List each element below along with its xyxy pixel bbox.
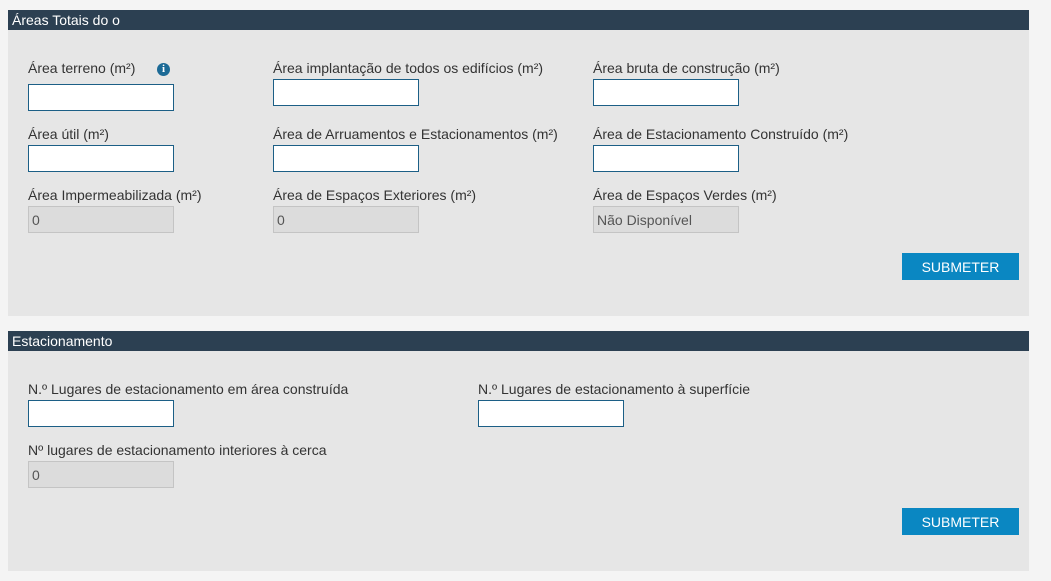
- areas-submit-button[interactable]: SUBMETER: [902, 253, 1019, 280]
- lugares-superficie-input[interactable]: [478, 400, 624, 427]
- areas-section-title: Áreas Totais do o: [12, 12, 120, 28]
- area-estacionamento-construido-label: Área de Estacionamento Construído (m²): [593, 126, 849, 142]
- area-implantacao-input[interactable]: [273, 79, 419, 106]
- lugares-construida-label: N.º Lugares de estacionamento em área co…: [28, 381, 349, 397]
- info-icon[interactable]: i: [157, 63, 170, 76]
- area-implantacao-label: Área implantação de todos os edifícios (…: [273, 60, 544, 76]
- area-arruamentos-input[interactable]: [273, 145, 419, 172]
- area-espacos-exteriores-input: [273, 206, 419, 233]
- lugares-construida-input[interactable]: [28, 400, 174, 427]
- area-arruamentos-label: Área de Arruamentos e Estacionamentos (m…: [273, 126, 558, 142]
- lugares-superficie-label: N.º Lugares de estacionamento à superfíc…: [478, 381, 751, 397]
- parking-section-title: Estacionamento: [12, 333, 113, 349]
- lugares-interiores-input: [28, 461, 174, 488]
- area-util-input[interactable]: [28, 145, 174, 172]
- area-impermeabilizada-input: [28, 206, 174, 233]
- parking-section-header: Estacionamento: [8, 331, 1029, 351]
- area-terreno-label: Área terreno (m²): [28, 60, 136, 76]
- area-espacos-verdes-input: [593, 206, 739, 233]
- area-terreno-input[interactable]: [28, 84, 174, 111]
- area-espacos-verdes-label: Área de Espaços Verdes (m²): [593, 187, 777, 203]
- areas-section-header: Áreas Totais do o: [8, 10, 1029, 30]
- area-impermeabilizada-label: Área Impermeabilizada (m²): [28, 187, 202, 203]
- area-estacionamento-construido-input[interactable]: [593, 145, 739, 172]
- area-bruta-label: Área bruta de construção (m²): [593, 60, 780, 76]
- parking-submit-button[interactable]: SUBMETER: [902, 508, 1019, 535]
- area-bruta-input[interactable]: [593, 79, 739, 106]
- area-espacos-exteriores-label: Área de Espaços Exteriores (m²): [273, 187, 477, 203]
- lugares-interiores-label: Nº lugares de estacionamento interiores …: [28, 442, 327, 458]
- area-util-label: Área útil (m²): [28, 126, 109, 142]
